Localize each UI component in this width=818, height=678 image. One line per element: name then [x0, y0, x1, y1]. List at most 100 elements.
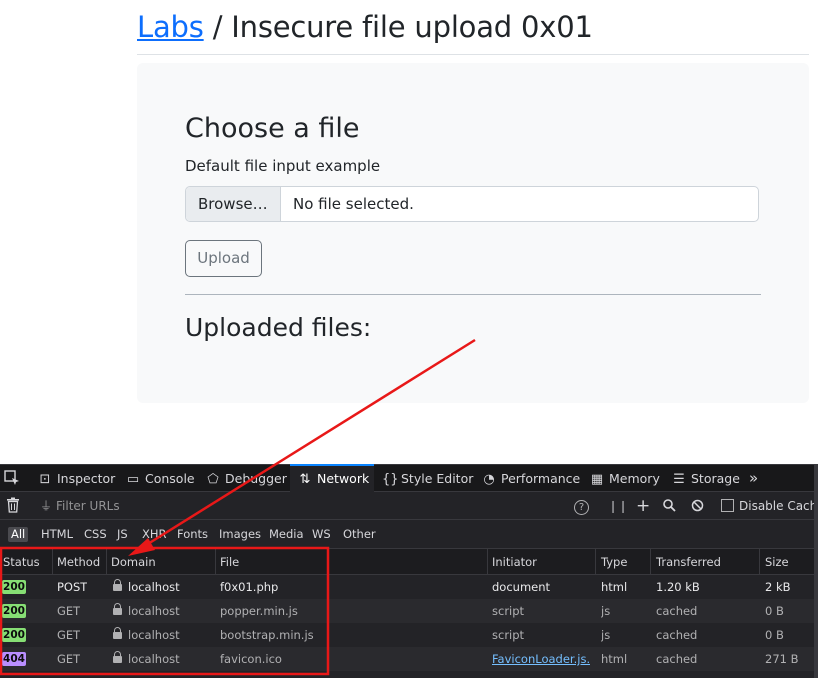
row-transferred: cached — [656, 628, 698, 642]
type-filter-bar: All HTML CSS JS XHR Fonts Images Media W… — [0, 520, 818, 549]
file-input-label: Default file input example — [185, 157, 381, 175]
row-type: html — [601, 652, 628, 666]
col-method[interactable]: Method — [57, 549, 100, 575]
help-icon[interactable]: ? — [574, 492, 589, 520]
filter-urls-input[interactable]: ⏚ Filter URLs — [40, 492, 120, 520]
col-divider — [52, 549, 53, 575]
row-type: js — [601, 604, 611, 618]
no-file-text: No file selected. — [293, 195, 414, 213]
table-row[interactable]: 200 POST localhost f0x01.php document ht… — [0, 575, 818, 599]
style-editor-icon: {} — [382, 472, 399, 487]
memory-icon: ▦ — [590, 472, 604, 487]
col-divider — [215, 549, 216, 575]
col-type[interactable]: Type — [601, 549, 627, 575]
filter-other[interactable]: Other — [340, 527, 379, 542]
tab-memory[interactable]: ▦ Memory — [590, 465, 660, 492]
col-size[interactable]: Size — [765, 549, 789, 575]
browse-button[interactable]: Browse… — [186, 187, 281, 221]
col-initiator[interactable]: Initiator — [492, 549, 537, 575]
row-domain: localhost — [113, 623, 180, 647]
col-divider — [595, 549, 596, 575]
row-transferred: cached — [656, 604, 698, 618]
section-title: Choose a file — [185, 113, 360, 144]
row-domain: localhost — [113, 575, 180, 599]
row-initiator: script — [492, 628, 525, 642]
row-method: GET — [57, 652, 81, 666]
disable-cache-toggle[interactable]: Disable Cache — [721, 492, 818, 520]
table-row[interactable]: 200 GET localhost bootstrap.min.js scrip… — [0, 623, 818, 647]
block-icon[interactable] — [691, 492, 704, 520]
filter-xhr[interactable]: XHR — [139, 527, 170, 542]
row-domain: localhost — [113, 647, 180, 671]
col-transferred[interactable]: Transferred — [656, 549, 721, 575]
upload-button[interactable]: Upload — [185, 240, 262, 277]
filter-ws[interactable]: WS — [309, 527, 334, 542]
col-divider — [487, 549, 488, 575]
col-domain[interactable]: Domain — [111, 549, 156, 575]
status-badge: 200 — [2, 604, 26, 618]
lock-icon — [113, 603, 122, 615]
row-initiator: document — [492, 580, 551, 594]
filter-css[interactable]: CSS — [81, 527, 110, 542]
uploaded-files-title: Uploaded files: — [185, 313, 372, 342]
status-badge: 200 — [2, 580, 26, 594]
breadcrumb-labs-link[interactable]: Labs — [137, 10, 204, 44]
pause-icon[interactable]: ❘❘ — [608, 492, 628, 520]
tab-debugger[interactable]: ⬠ Debugger — [206, 465, 287, 492]
col-divider — [106, 549, 107, 575]
tab-storage[interactable]: ☰ Storage — [672, 465, 740, 492]
tab-console[interactable]: ▭ Console — [126, 465, 195, 492]
row-file: popper.min.js — [220, 604, 298, 618]
col-divider — [650, 549, 651, 575]
status-badge: 200 — [2, 628, 26, 642]
filter-html[interactable]: HTML — [38, 527, 76, 542]
row-domain: localhost — [113, 599, 180, 623]
row-method: GET — [57, 628, 81, 642]
filter-js[interactable]: JS — [114, 527, 131, 542]
page-title: Insecure file upload 0x01 — [231, 10, 593, 44]
tab-inspector[interactable]: ⊡ Inspector — [38, 465, 116, 492]
trash-icon[interactable] — [6, 492, 20, 520]
table-row[interactable]: 404 GET localhost favicon.ico FaviconLoa… — [0, 647, 818, 671]
table-scrollbar[interactable] — [814, 464, 818, 678]
add-request-icon[interactable]: + — [636, 492, 650, 520]
row-initiator-link[interactable]: FaviconLoader.js… — [492, 647, 590, 671]
lock-icon — [113, 579, 122, 591]
lock-icon — [113, 651, 122, 663]
tab-performance[interactable]: ◔ Performance — [482, 465, 580, 492]
col-file[interactable]: File — [220, 549, 239, 575]
col-status[interactable]: Status — [3, 549, 40, 575]
row-file: favicon.ico — [220, 652, 282, 666]
breadcrumb-separator: / — [212, 10, 223, 44]
status-badge: 404 — [2, 652, 26, 666]
table-row[interactable]: 200 GET localhost popper.min.js script j… — [0, 599, 818, 623]
filter-images[interactable]: Images — [216, 527, 264, 542]
console-icon: ▭ — [126, 472, 140, 487]
file-input[interactable]: Browse… No file selected. — [185, 186, 759, 222]
disable-cache-checkbox[interactable] — [721, 499, 734, 512]
network-icon: ⇅ — [299, 472, 311, 487]
performance-icon: ◔ — [483, 472, 495, 487]
row-size: 0 B — [765, 604, 784, 618]
network-toolbar: ⏚ Filter URLs ? ❘❘ + Disable Cache — [0, 492, 818, 520]
element-picker-icon[interactable] — [4, 465, 20, 492]
row-size: 0 B — [765, 628, 784, 642]
tab-style-editor[interactable]: {} Style Editor — [382, 465, 473, 492]
row-type: js — [601, 628, 611, 642]
filter-all[interactable]: All — [8, 527, 29, 542]
row-transferred: 1.20 kB — [656, 580, 700, 594]
debugger-icon: ⬠ — [207, 472, 219, 487]
lock-icon — [113, 627, 122, 639]
row-method: POST — [57, 580, 88, 594]
search-icon[interactable] — [663, 492, 676, 520]
more-tabs-icon[interactable]: » — [749, 465, 758, 492]
filter-fonts[interactable]: Fonts — [174, 527, 211, 542]
inspector-icon: ⊡ — [39, 472, 51, 487]
filter-media[interactable]: Media — [266, 527, 307, 542]
row-type: html — [601, 580, 628, 594]
storage-icon: ☰ — [673, 472, 685, 487]
tab-network[interactable]: ⇅ Network — [290, 464, 374, 492]
row-file: bootstrap.min.js — [220, 628, 314, 642]
card-divider — [185, 294, 761, 295]
requests-table-header: Status Method Domain File Initiator Type… — [0, 549, 818, 575]
